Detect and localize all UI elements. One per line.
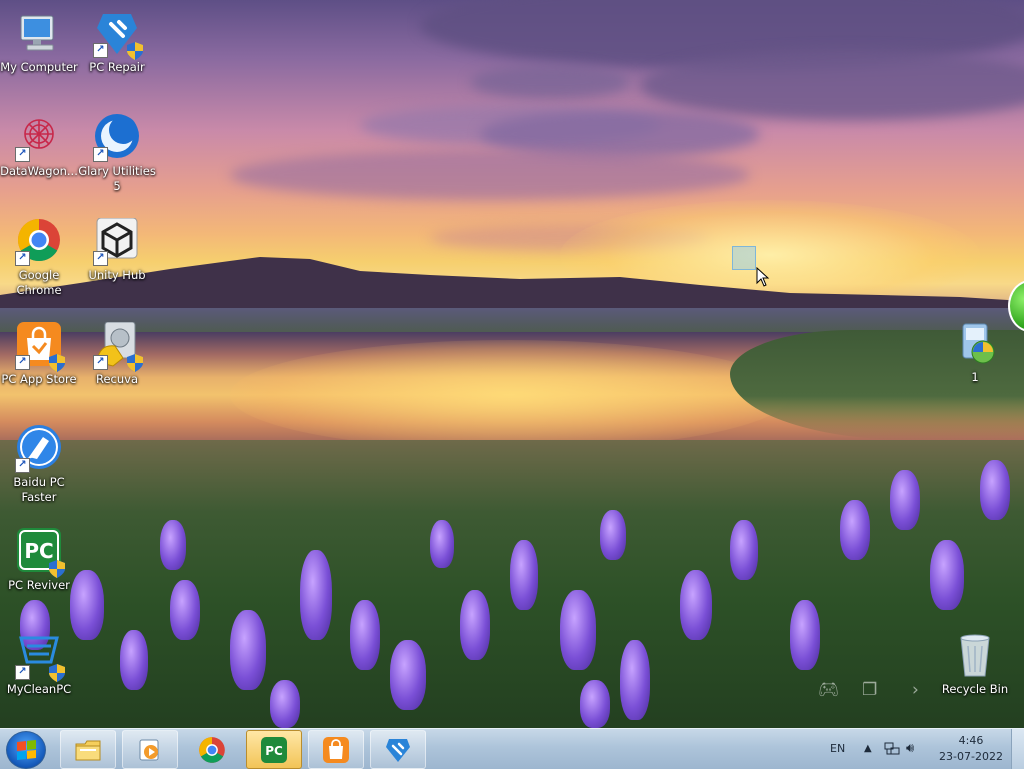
desktop-icon-label: PC App Store bbox=[1, 372, 77, 386]
system-tray: EN ▲ 🔊︎ 4:46 23-07-2022 bbox=[824, 729, 1024, 769]
uac-shield-icon bbox=[49, 560, 65, 578]
desktop-icon-label: My Computer bbox=[0, 60, 78, 74]
network-icon[interactable] bbox=[884, 729, 900, 769]
shopping-bag-icon bbox=[323, 737, 349, 763]
desktop-icon-label: Recuva bbox=[95, 372, 138, 386]
shortcut-arrow-icon: ↗ bbox=[15, 355, 30, 370]
taskbar-button-pc-app-store[interactable] bbox=[308, 730, 364, 769]
uac-shield-icon bbox=[127, 42, 143, 60]
unity-cube-icon: ↗ bbox=[93, 217, 141, 266]
desktop-icon-label: 1 bbox=[971, 370, 979, 384]
pc-repair-icon: ↗ bbox=[93, 10, 143, 60]
clock-time: 4:46 bbox=[958, 734, 984, 747]
datawagon-icon: ↗ bbox=[15, 114, 63, 162]
language-indicator[interactable]: EN bbox=[830, 729, 845, 769]
selection-rectangle bbox=[732, 246, 756, 270]
shortcut-arrow-icon: ↗ bbox=[93, 147, 108, 162]
desktop-icon-baidu-pc-faster[interactable]: ↗ Baidu PC Faster bbox=[0, 425, 78, 505]
start-button[interactable] bbox=[6, 731, 46, 769]
desktop-icon-datawagon[interactable]: ↗ DataWagon... bbox=[0, 114, 78, 179]
desktop-icon-label: PC Reviver bbox=[8, 578, 70, 592]
taskbar: PC EN ▲ 🔊︎ 4:46 23-07-2022 bbox=[0, 728, 1024, 769]
pc-reviver-icon: PC bbox=[15, 528, 65, 578]
desktop-icon-pc-reviver[interactable]: PC PC Reviver bbox=[0, 528, 78, 593]
shortcut-arrow-icon: ↗ bbox=[15, 458, 30, 473]
desktop-icon-unity-hub[interactable]: ↗ Unity Hub bbox=[78, 217, 156, 283]
desktop-icon-label: Baidu PC Faster bbox=[13, 475, 65, 504]
chrome-icon bbox=[199, 737, 225, 763]
chrome-icon: ↗ bbox=[15, 218, 63, 266]
clock[interactable]: 4:46 23-07-2022 bbox=[936, 733, 1006, 765]
shortcut-arrow-icon: ↗ bbox=[15, 665, 30, 680]
desktop-icon-label: Unity Hub bbox=[88, 268, 146, 282]
volume-icon[interactable]: 🔊︎ bbox=[906, 729, 914, 769]
desktop-icon-label: PC Repair bbox=[89, 60, 145, 74]
folder-icon bbox=[75, 740, 101, 761]
desktop-icon-recuva[interactable]: ↗ Recuva bbox=[78, 321, 156, 387]
taskbar-button-explorer[interactable] bbox=[60, 730, 116, 769]
media-player-icon bbox=[139, 739, 159, 761]
svg-text:PC: PC bbox=[265, 744, 283, 758]
windows-logo-icon bbox=[17, 739, 36, 760]
shortcut-arrow-icon: ↗ bbox=[93, 355, 108, 370]
chevron-right-icon: › bbox=[912, 680, 919, 700]
desktop-icon-label: Glary Utilities 5 bbox=[78, 164, 156, 193]
glary-moon-icon: ↗ bbox=[93, 114, 141, 162]
shopping-bag-icon: ↗ bbox=[15, 322, 65, 372]
desktop-icon-recycle-bin[interactable]: Recycle Bin bbox=[936, 632, 1014, 697]
shield-icon bbox=[386, 739, 410, 762]
mouse-cursor-icon bbox=[756, 267, 770, 287]
clock-date: 23-07-2022 bbox=[939, 750, 1003, 763]
desktop-icon-label: DataWagon... bbox=[0, 164, 78, 178]
desktop-icon-pc-repair[interactable]: ↗ PC Repair bbox=[78, 10, 156, 75]
installer-package-icon bbox=[951, 320, 999, 368]
desktop-icon-file-1[interactable]: 1 bbox=[936, 320, 1014, 385]
shortcut-arrow-icon: ↗ bbox=[93, 43, 108, 58]
monitor-icon bbox=[15, 10, 63, 58]
show-hidden-icons-chevron-up-icon[interactable]: ▲ bbox=[864, 729, 872, 769]
desktop-icon-pc-app-store[interactable]: ↗ PC App Store bbox=[0, 322, 78, 387]
desktop-icon-google-chrome[interactable]: ↗ Google Chrome bbox=[0, 218, 78, 298]
show-desktop-button[interactable] bbox=[1011, 729, 1024, 769]
desktop-icon-label: Recycle Bin bbox=[941, 682, 1009, 696]
shortcut-arrow-icon: ↗ bbox=[93, 251, 108, 266]
mycleanpc-icon: ↗ bbox=[15, 632, 65, 682]
recycle-bin-icon bbox=[951, 632, 999, 680]
shortcut-arrow-icon: ↗ bbox=[15, 147, 30, 162]
uac-shield-icon bbox=[49, 664, 65, 682]
pc-reviver-icon: PC bbox=[261, 737, 287, 763]
uac-shield-icon bbox=[127, 354, 143, 372]
desktop-icon-my-computer[interactable]: My Computer bbox=[0, 10, 78, 75]
shortcut-arrow-icon: ↗ bbox=[15, 251, 30, 266]
desktop-icon-mycleanpc[interactable]: ↗ MyCleanPC bbox=[0, 632, 78, 697]
taskbar-button-pc-reviver[interactable]: PC bbox=[246, 730, 302, 769]
desktop-icon-label: Google Chrome bbox=[16, 268, 62, 297]
recuva-icon: ↗ bbox=[93, 321, 143, 372]
taskbar-button-media-player[interactable] bbox=[122, 730, 178, 769]
desktop-icon-label: MyCleanPC bbox=[6, 682, 72, 696]
baidu-rocket-icon: ↗ bbox=[15, 425, 63, 473]
gamepad-icon: 🎮︎ bbox=[818, 680, 840, 700]
taskbar-button-shield-app[interactable] bbox=[370, 730, 426, 769]
uac-shield-icon bbox=[49, 354, 65, 372]
desktop-icon-glary-utilities[interactable]: ↗ Glary Utilities 5 bbox=[78, 114, 156, 194]
window-restore-icon: ❐ bbox=[862, 680, 878, 700]
taskbar-button-chrome[interactable] bbox=[184, 730, 240, 769]
